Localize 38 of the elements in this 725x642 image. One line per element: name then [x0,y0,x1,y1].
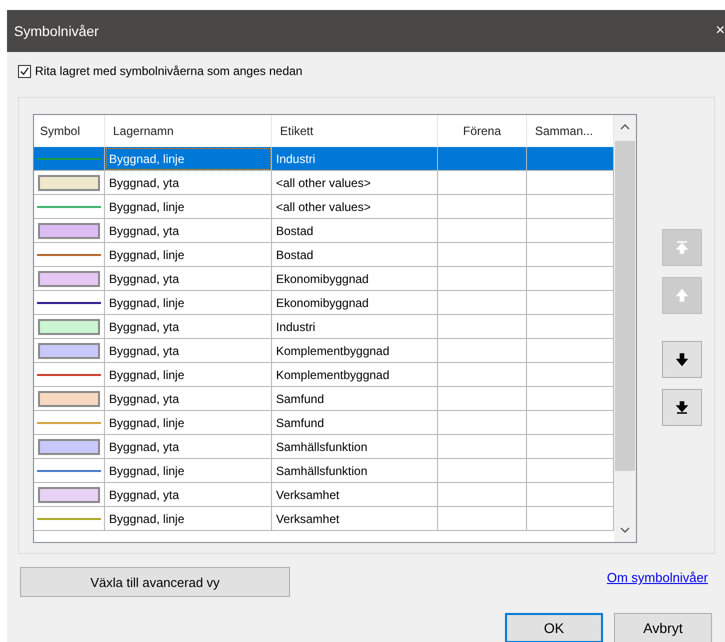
table-row[interactable]: Byggnad, linje Verksamhet [34,507,614,531]
move-button[interactable] [662,389,702,426]
window-title: Symbolnivåer [14,23,99,39]
scrollbar[interactable] [614,115,636,542]
table-row[interactable]: Byggnad, yta Komplementbyggnad [34,339,614,363]
advanced-view-button[interactable]: Växla till avancerad vy [20,567,290,597]
cancel-button[interactable]: Avbryt [614,613,712,642]
move-button[interactable] [662,341,702,378]
scroll-down-icon[interactable] [620,527,630,533]
table-cell[interactable]: Industri [272,147,438,171]
scroll-up-icon[interactable] [620,124,630,130]
table-row[interactable]: Byggnad, yta <all other values> [34,171,614,195]
table-row[interactable]: Byggnad, yta Samfund [34,387,614,411]
table-row[interactable]: Byggnad, linje Samfund [34,411,614,435]
table-row[interactable]: Byggnad, linje <all other values> [34,195,614,219]
help-link[interactable]: Om symbolnivåer [606,570,708,585]
move-to-top-icon [675,240,689,255]
arrow-down-icon [675,352,689,367]
table-row[interactable]: Byggnad, linje Bostad [34,243,614,267]
table-cell[interactable]: Verksamhet [272,507,438,531]
table-row[interactable]: Byggnad, yta Ekonomibyggnad [34,267,614,291]
table-row[interactable]: Byggnad, yta Samhällsfunktion [34,435,614,459]
table-cell[interactable]: Byggnad, linje [105,507,272,531]
table-row[interactable]: Byggnad, linje Ekonomibyggnad [34,291,614,315]
checkbox-label: Rita lagret med symbolnivåerna som anges nedan [35,64,302,78]
table-row[interactable]: Byggnad, linje Samhällsfunktion [34,459,614,483]
checkbox[interactable] [18,64,31,78]
table-row[interactable]: Byggnad, yta Industri [34,315,614,339]
table-cell[interactable]: Byggnad, linje [105,147,272,171]
table-row[interactable]: Byggnad, linje Komplementbyggnad [34,363,614,387]
scrollbar-thumb[interactable] [615,141,635,471]
arrow-up-icon [675,288,689,303]
ok-button[interactable]: OK [505,613,603,642]
table-row[interactable]: Byggnad, linje Industri [34,147,614,171]
move-to-bottom-icon [675,400,689,415]
table-row[interactable]: Byggnad, yta Verksamhet [34,483,614,507]
table-row[interactable]: Byggnad, yta Bostad [34,219,614,243]
close-button[interactable]: × [716,23,725,39]
